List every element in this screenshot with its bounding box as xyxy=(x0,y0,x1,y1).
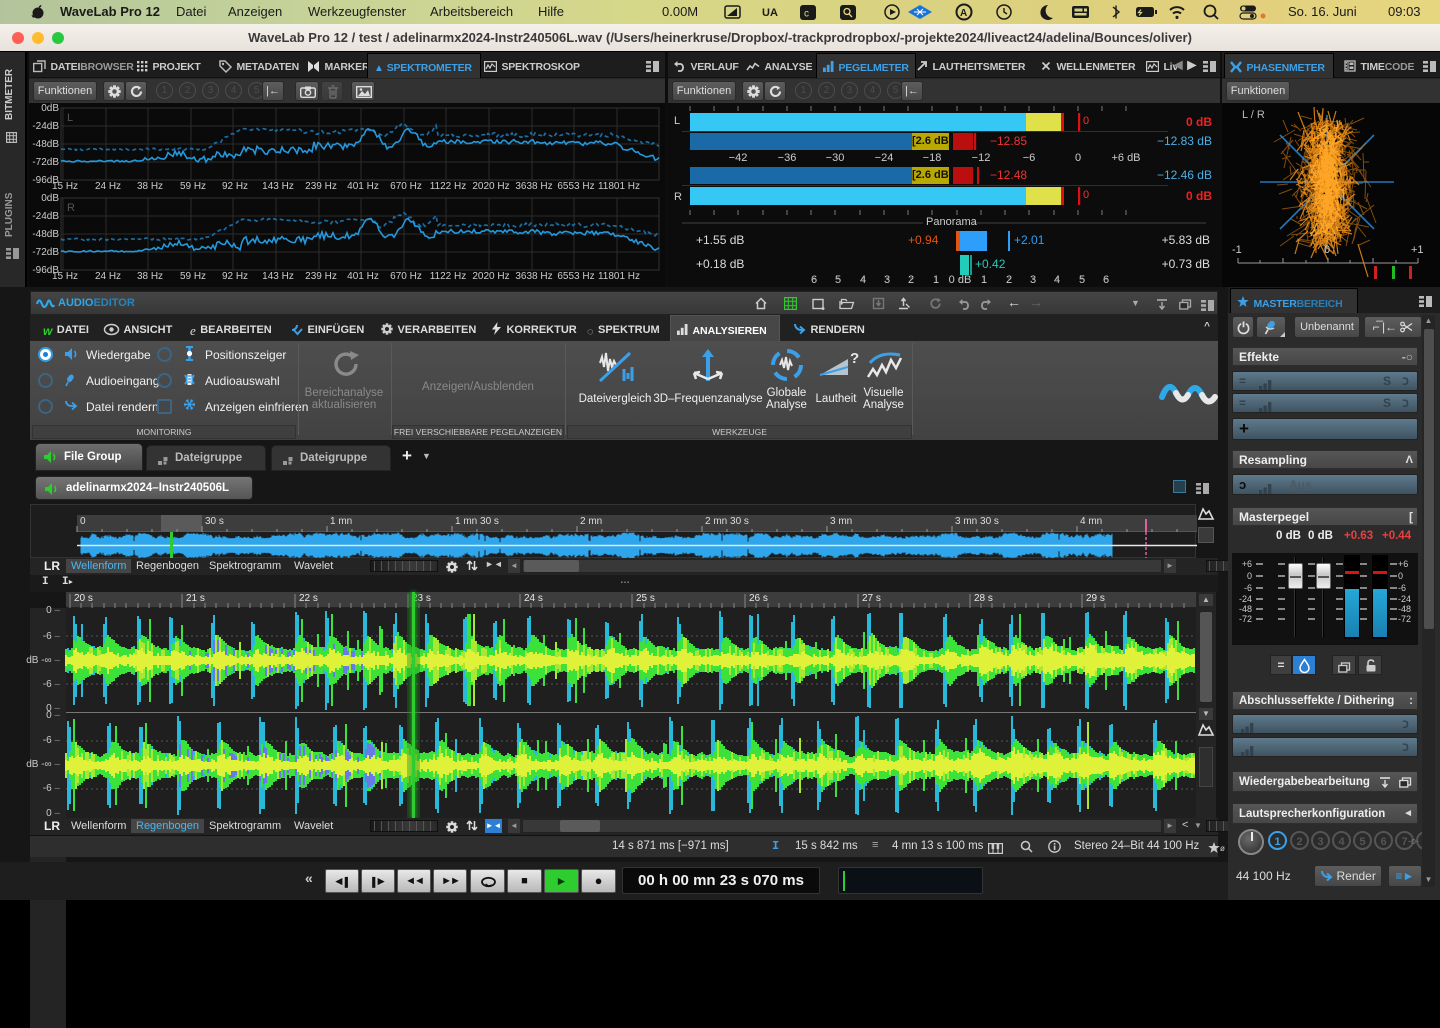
svg-text:UA: UA xyxy=(762,7,778,19)
svg-text:A: A xyxy=(960,8,967,19)
svg-text:c: c xyxy=(804,9,809,20)
svg-text:?: ? xyxy=(850,350,859,367)
